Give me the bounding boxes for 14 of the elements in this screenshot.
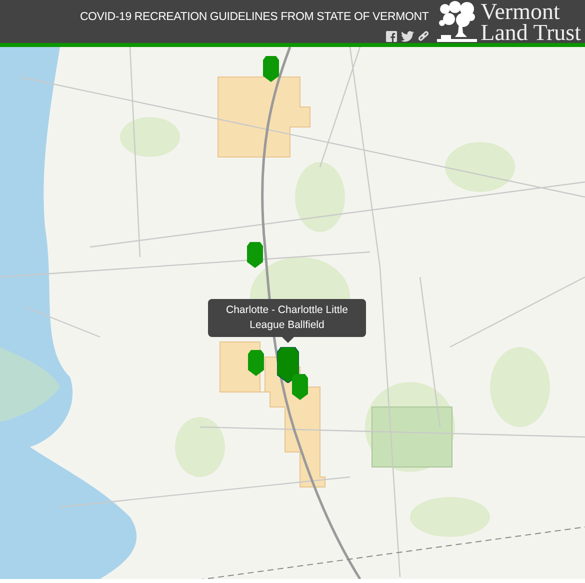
header-title: COVID-19 RECREATION GUIDELINES FROM STATE OF VERMONT bbox=[80, 10, 429, 26]
twitter-icon[interactable] bbox=[400, 30, 414, 42]
map-marker-icon[interactable] bbox=[247, 242, 263, 268]
logo-text: Vermont bbox=[480, 0, 561, 22]
logo-text: Land Trust bbox=[480, 22, 581, 42]
tooltip: Charlotte - Charlottle Little League Ballfield bbox=[208, 299, 366, 337]
map-marker-icon[interactable] bbox=[263, 56, 279, 82]
tooltip-arrow bbox=[281, 336, 295, 343]
facebook-icon[interactable] bbox=[386, 30, 397, 42]
map-marker-icon[interactable] bbox=[277, 347, 299, 383]
map-marker-icon[interactable] bbox=[292, 374, 308, 400]
link-icon[interactable] bbox=[418, 30, 429, 42]
tree-logo-icon bbox=[436, 0, 477, 42]
map-marker-icon[interactable] bbox=[248, 350, 264, 376]
